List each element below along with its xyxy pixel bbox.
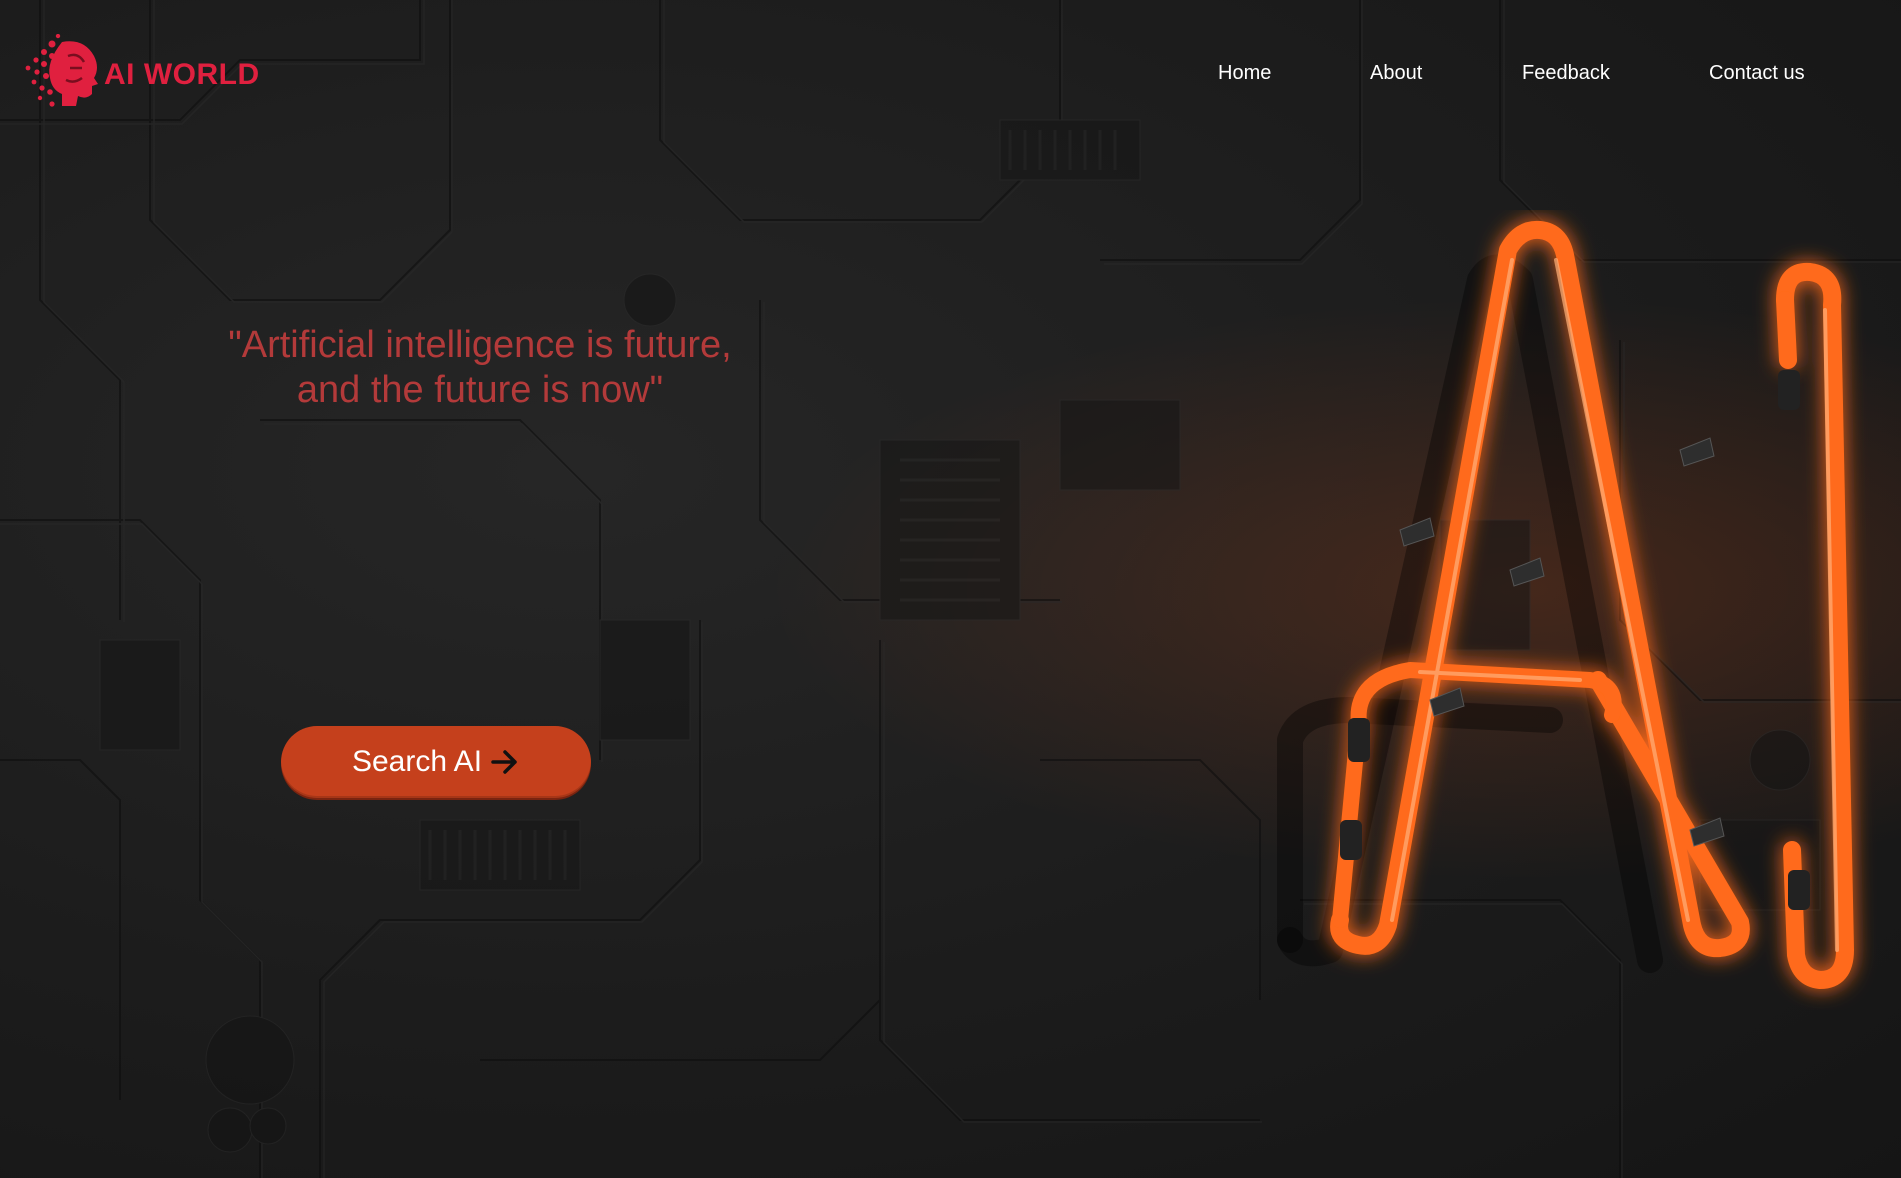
landing-page: AI WORLD Home About Feedback Contact us … bbox=[0, 0, 1901, 1178]
arrow-right-icon bbox=[491, 750, 517, 774]
nav-feedback[interactable]: Feedback bbox=[1522, 62, 1610, 85]
nav-home[interactable]: Home bbox=[1218, 62, 1271, 85]
neon-ai-sign bbox=[1277, 220, 1854, 989]
search-ai-label: Search AI bbox=[351, 745, 483, 778]
search-ai-button[interactable]: Search AI bbox=[281, 726, 591, 798]
hero-quote-line-1: "Artificial intelligence is future, bbox=[228, 324, 732, 366]
main-nav: Home About Feedback Contact us bbox=[0, 62, 1901, 90]
hero-quote: "Artificial intelligence is future, and … bbox=[180, 323, 780, 413]
hero-quote-line-2: and the future is now" bbox=[296, 369, 664, 411]
nav-about[interactable]: About bbox=[1370, 62, 1422, 85]
nav-contact-us[interactable]: Contact us bbox=[1709, 62, 1805, 85]
